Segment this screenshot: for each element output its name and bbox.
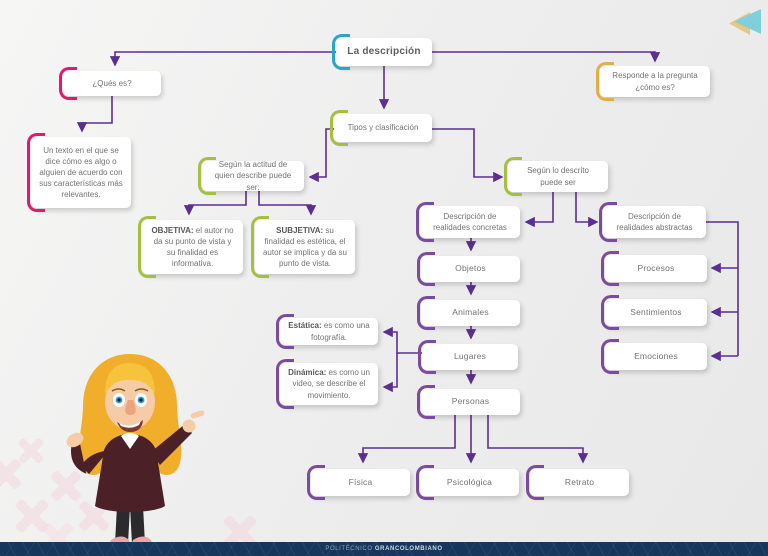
footer-brand-bold: GRANCOLOMBIANO: [374, 546, 443, 552]
node-psicologica: Psicológica: [416, 465, 519, 500]
dinamica-lead: Dinámica:: [288, 368, 327, 378]
mascot-illustration: [66, 354, 205, 546]
node-segun-descrito: Según lo descrito puede ser: [504, 157, 608, 196]
node-procesos: Procesos: [601, 251, 707, 286]
node-fisica: Física: [307, 465, 410, 500]
footer-bar: POLITÉCNICO GRANCOLOMBIANO: [0, 542, 768, 556]
node-objetos: Objetos: [417, 252, 520, 286]
node-realidades-concretas: Descripción de realidades concretas: [416, 202, 520, 242]
node-lugares: Lugares: [418, 340, 518, 374]
estatica-lead: Estática:: [288, 321, 322, 331]
node-segun-actitud: Según la actitud de quien describe puede…: [198, 157, 304, 195]
node-que-es: ¿Qués es?: [59, 67, 161, 100]
footer-brand-light: POLITÉCNICO: [325, 546, 373, 552]
node-la-descripcion: La descripción: [332, 34, 432, 70]
node-personas: Personas: [417, 385, 520, 419]
slide-canvas: La descripción ¿Qués es? Responde a la p…: [0, 0, 768, 556]
node-retrato: Retrato: [526, 465, 629, 500]
back-arrow-glyph: [729, 9, 761, 35]
node-animales: Animales: [417, 296, 520, 330]
node-dinamica: Dinámica: es como un video, se describe …: [276, 359, 378, 409]
objetiva-lead: OBJETIVA:: [151, 225, 194, 235]
node-estatica: Estática: es como una fotografía.: [276, 314, 378, 349]
footer-brand: POLITÉCNICO GRANCOLOMBIANO: [325, 546, 442, 552]
node-objetiva: OBJETIVA: el autor no da su punto de vis…: [138, 216, 243, 278]
back-icon[interactable]: [725, 4, 765, 45]
node-responde-pregunta: Responde a la pregunta ¿cómo es?: [596, 62, 710, 101]
node-tipos-clasificacion: Tipos y clasificación: [330, 110, 432, 146]
node-definicion-texto: Un texto en el que se dice cómo es algo …: [27, 133, 131, 212]
node-subjetiva: SUBJETIVA: su finalidad es estética, el …: [251, 216, 355, 278]
node-sentimientos: Sentimientos: [601, 295, 707, 330]
node-realidades-abstractas: Descripción de realidades abstractas: [599, 202, 706, 242]
subjetiva-lead: SUBJETIVA:: [276, 225, 324, 235]
node-emociones: Emociones: [601, 339, 707, 374]
